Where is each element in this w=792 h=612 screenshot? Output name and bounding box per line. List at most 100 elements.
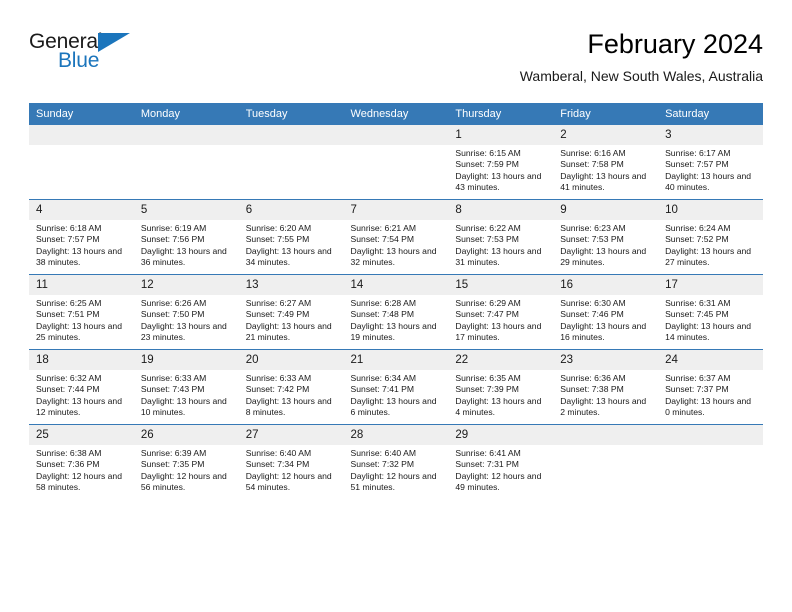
day-details: Sunrise: 6:38 AM Sunset: 7:36 PM Daylight:… (29, 445, 134, 494)
day-details: Sunrise: 6:15 AM Sunset: 7:59 PM Daylight:… (448, 145, 553, 194)
calendar-day-cell[interactable]: 17 Sunrise: 6:31 AM Sunset: 7:45 PM Dayligh… (658, 274, 763, 350)
sunrise-text: Sunrise: 6:36 AM (560, 373, 626, 383)
calendar-week-row: 4 Sunrise: 6:18 AM Sunset: 7:57 PM Daylight… (29, 199, 763, 275)
daylight-text: Daylight: 12 hours and 51 minutes. (350, 470, 437, 493)
sunrise-text: Sunrise: 6:21 AM (350, 223, 416, 233)
sunrise-text: Sunrise: 6:34 AM (350, 373, 416, 383)
calendar-day-cell[interactable]: 20 Sunrise: 6:33 AM Sunset: 7:42 PM Dayligh… (238, 349, 344, 425)
sunset-text: Sunset: 7:31 PM (455, 459, 519, 470)
calendar-day-cell[interactable]: 27 Sunrise: 6:40 AM Sunset: 7:34 PM Dayligh… (238, 424, 344, 499)
calendar-day-cell-empty (29, 125, 134, 200)
daylight-text: Daylight: 13 hours and 12 minutes. (36, 395, 122, 418)
calendar-day-cell[interactable]: 23 Sunrise: 6:36 AM Sunset: 7:38 PM Dayligh… (553, 349, 659, 425)
sunset-text: Sunset: 7:58 PM (560, 159, 624, 170)
brand-logo[interactable]: General Blue (29, 30, 179, 82)
day-number: 7 (343, 200, 449, 220)
daylight-text: Daylight: 13 hours and 0 minutes. (665, 395, 752, 418)
calendar-day-cell[interactable]: 9 Sunrise: 6:23 AM Sunset: 7:53 PM Daylight… (553, 199, 659, 275)
title-block: February 2024 Wamberal, New South Wales,… (520, 28, 763, 86)
calendar-day-cell-empty (133, 125, 239, 200)
calendar-day-cell[interactable]: 11 Sunrise: 6:25 AM Sunset: 7:51 PM Dayligh… (29, 274, 134, 350)
calendar-day-cell[interactable]: 4 Sunrise: 6:18 AM Sunset: 7:57 PM Daylight… (29, 199, 134, 275)
calendar-day-cell[interactable]: 8 Sunrise: 6:22 AM Sunset: 7:53 PM Daylight… (448, 199, 554, 275)
day-details: Sunrise: 6:28 AM Sunset: 7:48 PM Daylight:… (344, 295, 449, 344)
day-number: 19 (133, 350, 239, 370)
day-number: 29 (448, 425, 554, 445)
day-number: 2 (553, 125, 659, 145)
day-number: 10 (658, 200, 763, 220)
calendar-day-cell[interactable]: 24 Sunrise: 6:37 AM Sunset: 7:37 PM Dayligh… (658, 349, 763, 425)
page-subtitle: Wamberal, New South Wales, Australia (519, 68, 763, 84)
sunrise-text: Sunrise: 6:25 AM (36, 298, 102, 308)
day-number: 11 (29, 275, 134, 295)
sunset-text: Sunset: 7:42 PM (245, 384, 310, 395)
daylight-text: Daylight: 13 hours and 19 minutes. (350, 320, 437, 343)
calendar-day-cell-empty (238, 125, 344, 200)
calendar-day-cell[interactable]: 14 Sunrise: 6:28 AM Sunset: 7:48 PM Dayligh… (343, 274, 449, 350)
calendar-day-cell[interactable]: 6 Sunrise: 6:20 AM Sunset: 7:55 PM Daylight… (238, 199, 344, 275)
calendar-day-cell[interactable]: 26 Sunrise: 6:39 AM Sunset: 7:35 PM Dayligh… (133, 424, 239, 499)
sunrise-text: Sunrise: 6:37 AM (665, 373, 731, 383)
day-number: 6 (238, 200, 344, 220)
day-number: 4 (29, 200, 134, 220)
daylight-text: Daylight: 13 hours and 8 minutes. (245, 395, 332, 418)
daylight-text: Daylight: 12 hours and 58 minutes. (36, 470, 122, 493)
calendar-day-cell[interactable]: 7 Sunrise: 6:21 AM Sunset: 7:54 PM Daylight… (343, 199, 449, 275)
daylight-text: Daylight: 13 hours and 32 minutes. (350, 245, 437, 268)
page-header: General Blue February 2024 Wamberal, New… (29, 28, 763, 96)
sunset-text: Sunset: 7:55 PM (245, 234, 310, 245)
calendar-day-cell[interactable]: 22 Sunrise: 6:35 AM Sunset: 7:39 PM Dayligh… (448, 349, 554, 425)
sunset-text: Sunset: 7:45 PM (665, 309, 729, 320)
weekday-header-monday: Monday (133, 103, 239, 125)
calendar-day-cell[interactable]: 3 Sunrise: 6:17 AM Sunset: 7:57 PM Daylight… (658, 125, 763, 200)
day-details: Sunrise: 6:40 AM Sunset: 7:34 PM Daylight:… (239, 445, 344, 494)
daylight-text: Daylight: 13 hours and 41 minutes. (560, 170, 647, 193)
daylight-text: Daylight: 13 hours and 14 minutes. (665, 320, 752, 343)
calendar-day-cell[interactable]: 21 Sunrise: 6:34 AM Sunset: 7:41 PM Dayligh… (343, 349, 449, 425)
day-number (553, 425, 659, 445)
calendar-day-cell-empty (553, 424, 659, 499)
calendar-day-cell[interactable]: 5 Sunrise: 6:19 AM Sunset: 7:56 PM Daylight… (133, 199, 239, 275)
day-number: 28 (343, 425, 449, 445)
daylight-text: Daylight: 12 hours and 49 minutes. (455, 470, 542, 493)
day-details: Sunrise: 6:29 AM Sunset: 7:47 PM Daylight:… (448, 295, 553, 344)
day-number: 3 (658, 125, 763, 145)
day-details: Sunrise: 6:22 AM Sunset: 7:53 PM Daylight:… (448, 220, 553, 269)
day-number (29, 125, 134, 145)
weekday-header-saturday: Saturday (658, 103, 763, 125)
calendar-day-cell[interactable]: 15 Sunrise: 6:29 AM Sunset: 7:47 PM Dayligh… (448, 274, 554, 350)
daylight-text: Daylight: 13 hours and 4 minutes. (455, 395, 542, 418)
sunset-text: Sunset: 7:41 PM (350, 384, 415, 395)
calendar-body: 1 Sunrise: 6:15 AM Sunset: 7:59 PM Daylight… (29, 125, 763, 499)
day-details: Sunrise: 6:27 AM Sunset: 7:49 PM Daylight:… (239, 295, 344, 344)
sunset-text: Sunset: 7:59 PM (455, 159, 519, 170)
daylight-text: Daylight: 13 hours and 36 minutes. (140, 245, 227, 268)
calendar-day-cell[interactable]: 29 Sunrise: 6:41 AM Sunset: 7:31 PM Dayligh… (448, 424, 554, 499)
calendar-day-cell[interactable]: 25 Sunrise: 6:38 AM Sunset: 7:36 PM Dayligh… (29, 424, 134, 499)
sunset-text: Sunset: 7:43 PM (140, 384, 205, 395)
brand-name-blue: Blue (58, 49, 100, 72)
day-details: Sunrise: 6:40 AM Sunset: 7:32 PM Daylight:… (344, 445, 449, 494)
day-details: Sunrise: 6:19 AM Sunset: 7:56 PM Daylight:… (134, 220, 239, 269)
calendar-day-cell[interactable]: 1 Sunrise: 6:15 AM Sunset: 7:59 PM Daylight… (448, 125, 554, 200)
day-details: Sunrise: 6:16 AM Sunset: 7:58 PM Daylight:… (553, 145, 658, 194)
calendar-day-cell[interactable]: 10 Sunrise: 6:24 AM Sunset: 7:52 PM Dayligh… (658, 199, 763, 275)
day-number: 25 (29, 425, 134, 445)
calendar-day-cell[interactable]: 19 Sunrise: 6:33 AM Sunset: 7:43 PM Dayligh… (133, 349, 239, 425)
day-details: Sunrise: 6:37 AM Sunset: 7:37 PM Daylight:… (658, 370, 763, 419)
sunset-text: Sunset: 7:57 PM (665, 159, 729, 170)
sunset-text: Sunset: 7:50 PM (140, 309, 205, 320)
sunrise-text: Sunrise: 6:35 AM (455, 373, 521, 383)
calendar-day-cell[interactable]: 28 Sunrise: 6:40 AM Sunset: 7:32 PM Dayligh… (343, 424, 449, 499)
sunrise-text: Sunrise: 6:32 AM (36, 373, 102, 383)
calendar-day-cell[interactable]: 18 Sunrise: 6:32 AM Sunset: 7:44 PM Dayligh… (29, 349, 134, 425)
calendar-day-cell[interactable]: 2 Sunrise: 6:16 AM Sunset: 7:58 PM Daylight… (553, 125, 659, 200)
calendar-table: Sunday Monday Tuesday Wednesday Thursday… (29, 103, 763, 499)
calendar-day-cell[interactable]: 12 Sunrise: 6:26 AM Sunset: 7:50 PM Dayligh… (133, 274, 239, 350)
sunrise-text: Sunrise: 6:31 AM (665, 298, 731, 308)
day-number: 16 (553, 275, 659, 295)
calendar-day-cell[interactable]: 16 Sunrise: 6:30 AM Sunset: 7:46 PM Dayligh… (553, 274, 659, 350)
calendar-day-cell[interactable]: 13 Sunrise: 6:27 AM Sunset: 7:49 PM Dayligh… (238, 274, 344, 350)
daylight-text: Daylight: 13 hours and 16 minutes. (560, 320, 647, 343)
sunrise-text: Sunrise: 6:33 AM (140, 373, 207, 383)
